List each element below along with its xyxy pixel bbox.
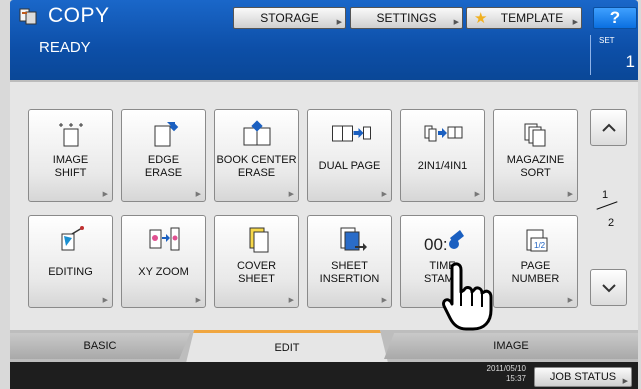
book-center-erase-icon xyxy=(243,120,271,146)
image-shift-icon xyxy=(59,123,83,147)
hand-pointer-icon xyxy=(442,262,493,331)
job-status-button[interactable]: JOB STATUS ▶ xyxy=(534,367,632,387)
page-number-button[interactable]: 1/2 PAGE NUMBER ▶ xyxy=(493,215,578,308)
xy-zoom-label: XY ZOOM xyxy=(138,266,189,278)
2in1-4in1-button[interactable]: 2IN1/4IN1 ▶ xyxy=(400,109,485,202)
chevron-right-icon: ▶ xyxy=(336,19,342,26)
tab-basic[interactable]: BASIC xyxy=(10,333,190,359)
sheet-insertion-button[interactable]: SHEET INSERTION ▶ xyxy=(307,215,392,308)
chevron-right-icon: ▶ xyxy=(195,297,201,304)
current-page: 1 xyxy=(602,189,609,201)
dual-page-label: DUAL PAGE xyxy=(318,160,381,172)
sheet-insertion-label: SHEET INSERTION xyxy=(319,260,380,285)
time-stamp-icon: 00: xyxy=(424,230,464,254)
editing-icon xyxy=(61,226,84,251)
page-number-icon: 1/2 xyxy=(526,229,548,252)
cover-sheet-icon xyxy=(249,227,269,253)
edge-erase-label: EDGE ERASE xyxy=(144,154,183,179)
image-shift-label: IMAGE SHIFT xyxy=(52,154,89,179)
2in1-4in1-icon xyxy=(424,125,463,142)
chevron-right-icon: ▶ xyxy=(381,191,387,198)
header-bar: COPY READY STORAGE ▶ SETTINGS ▶ ★ TEMPLA… xyxy=(10,0,638,80)
edge-erase-button[interactable]: EDGE ERASE ▶ xyxy=(121,109,206,202)
help-button[interactable]: ? xyxy=(593,7,637,29)
edge-erase-icon xyxy=(154,122,179,147)
app-title: COPY xyxy=(48,4,110,27)
chevron-right-icon: ▶ xyxy=(102,191,108,198)
svg-text:00:: 00: xyxy=(424,235,448,254)
book-center-erase-label: BOOK CENTER ERASE xyxy=(216,154,297,179)
settings-button[interactable]: SETTINGS ▶ xyxy=(350,7,463,29)
storage-button-label: STORAGE xyxy=(260,11,319,25)
scroll-down-button[interactable] xyxy=(590,269,627,306)
time-text: 15:37 xyxy=(505,374,526,383)
editing-button[interactable]: EDITING ▶ xyxy=(28,215,113,308)
page-number-label: PAGE NUMBER xyxy=(511,260,560,285)
tab-image[interactable]: IMAGE xyxy=(384,333,638,359)
status-text: READY xyxy=(39,39,91,56)
set-counter: SET 1 xyxy=(590,35,637,75)
image-shift-button[interactable]: IMAGE SHIFT ▶ xyxy=(28,109,113,202)
chevron-right-icon: ▶ xyxy=(567,297,573,304)
chevron-right-icon: ▶ xyxy=(288,191,294,198)
date-text: 2011/05/10 xyxy=(486,364,526,373)
set-value: 1 xyxy=(625,52,635,71)
copy-icon xyxy=(19,8,37,25)
template-button[interactable]: ★ TEMPLATE ▶ xyxy=(466,7,582,29)
chevron-right-icon: ▶ xyxy=(195,191,201,198)
cover-sheet-label: COVER SHEET xyxy=(236,260,277,285)
magazine-sort-button[interactable]: MAGAZINE SORT ▶ xyxy=(493,109,578,202)
book-center-erase-button[interactable]: BOOK CENTER ERASE ▶ xyxy=(214,109,299,202)
chevron-right-icon: ▶ xyxy=(102,297,108,304)
function-panel: IMAGE SHIFT ▶ EDGE ERASE ▶ BOOK CENTER E… xyxy=(10,80,638,350)
chevron-up-icon xyxy=(601,123,616,132)
chevron-down-icon xyxy=(601,283,616,292)
page-scroller: 1 2 xyxy=(590,109,628,309)
storage-button[interactable]: STORAGE ▶ xyxy=(233,7,346,29)
function-grid: IMAGE SHIFT ▶ EDGE ERASE ▶ BOOK CENTER E… xyxy=(28,109,588,309)
template-button-label: TEMPLATE xyxy=(500,11,564,25)
total-pages: 2 xyxy=(608,217,615,229)
chevron-right-icon: ▶ xyxy=(288,297,294,304)
tab-edit[interactable]: EDIT xyxy=(186,330,388,363)
dual-page-button[interactable]: DUAL PAGE ▶ xyxy=(307,109,392,202)
chevron-right-icon: ▶ xyxy=(567,191,573,198)
editing-label: EDITING xyxy=(48,266,93,278)
xy-zoom-button[interactable]: XY ZOOM ▶ xyxy=(121,215,206,308)
sheet-insertion-icon xyxy=(340,227,367,251)
magazine-sort-label: MAGAZINE SORT xyxy=(506,154,565,179)
svg-text:1/2: 1/2 xyxy=(534,241,546,250)
dual-page-icon xyxy=(332,125,371,142)
star-icon: ★ xyxy=(474,10,488,27)
scroll-up-button[interactable] xyxy=(590,109,627,146)
page-divider xyxy=(596,201,618,210)
xy-zoom-icon xyxy=(149,227,180,251)
clock: 2011/05/10 15:37 xyxy=(468,364,526,384)
chevron-right-icon: ▶ xyxy=(572,19,578,26)
job-status-label: JOB STATUS xyxy=(549,371,617,383)
chevron-right-icon: ▶ xyxy=(622,378,628,385)
set-label: SET xyxy=(599,36,615,45)
settings-button-label: SETTINGS xyxy=(376,11,437,25)
magazine-sort-icon xyxy=(524,123,546,147)
2in1-4in1-label: 2IN1/4IN1 xyxy=(417,160,468,172)
chevron-right-icon: ▶ xyxy=(453,19,459,26)
chevron-right-icon: ▶ xyxy=(381,297,387,304)
cover-sheet-button[interactable]: COVER SHEET ▶ xyxy=(214,215,299,308)
chevron-right-icon: ▶ xyxy=(474,191,480,198)
